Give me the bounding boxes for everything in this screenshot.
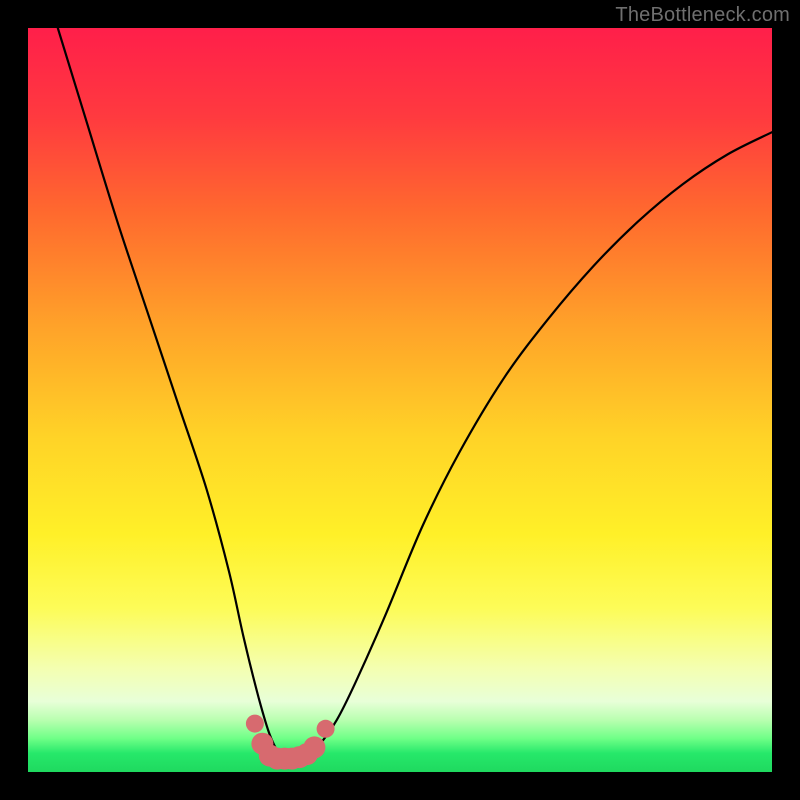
watermark-label: TheBottleneck.com	[615, 4, 790, 27]
chart-frame: TheBottleneck.com	[0, 0, 800, 800]
background-gradient	[28, 28, 772, 772]
plot-area	[28, 28, 772, 772]
